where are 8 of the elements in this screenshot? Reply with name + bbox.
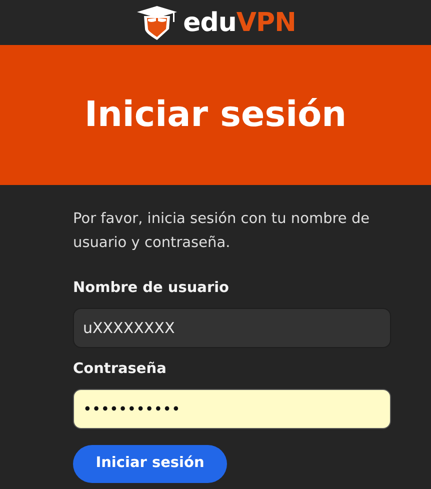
login-button[interactable]: Iniciar sesión	[73, 444, 227, 482]
intro-text: Por favor, inicia sesión con tu nombre de usuario y contraseña.	[73, 210, 371, 253]
field-label: Contraseña	[73, 360, 166, 379]
input-field[interactable]: •••••••••••	[73, 388, 391, 428]
field-label: Nombre de usuario	[73, 279, 230, 298]
brand-name: eduVPN	[183, 10, 296, 36]
input-field[interactable]: uXXXXXXXX	[73, 308, 391, 348]
page-title: Iniciar sesión	[84, 94, 347, 136]
